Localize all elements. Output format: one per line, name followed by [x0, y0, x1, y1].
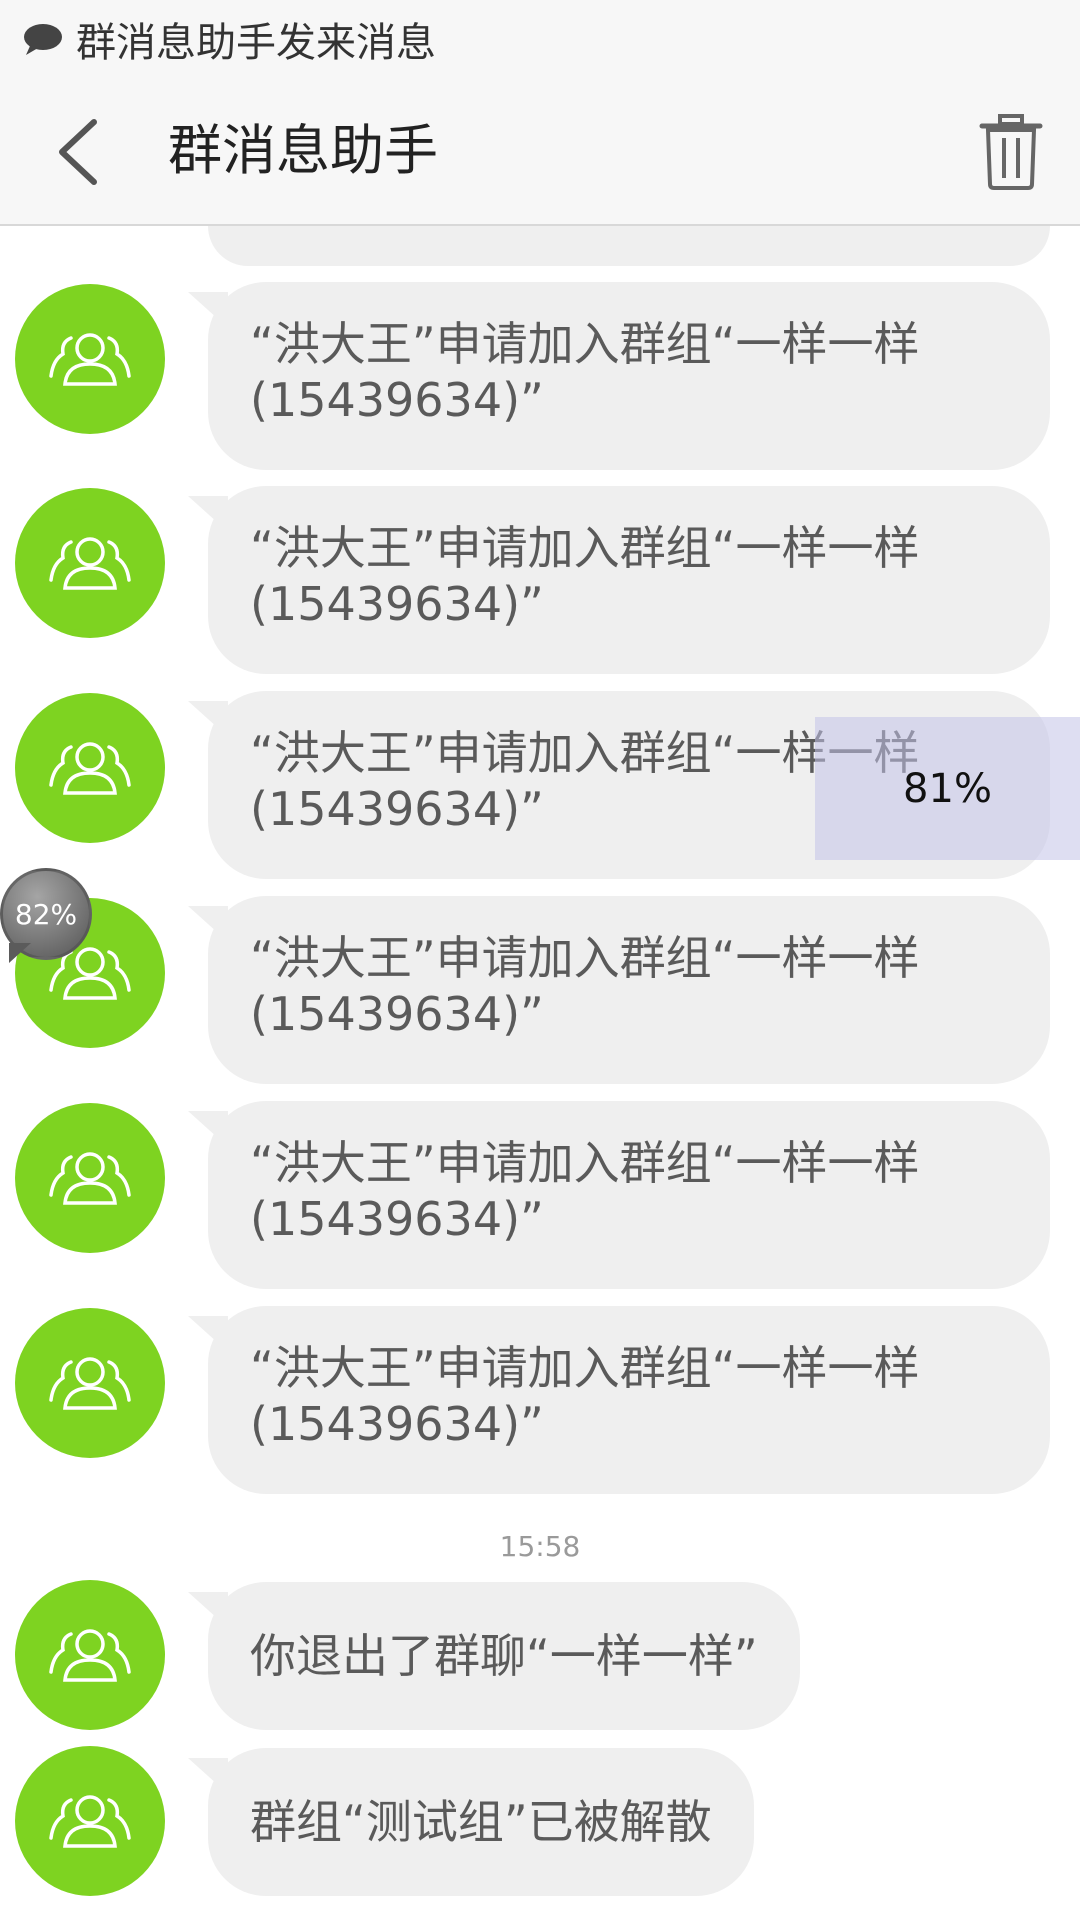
group-people-icon: [49, 1629, 131, 1682]
page-title: 群消息助手: [168, 119, 438, 182]
group-people-icon: [49, 1152, 131, 1205]
message-bubble-partial: [208, 226, 1050, 266]
message-text: “洪大王”申请加入群组“一样一样(15439634)”: [250, 1341, 920, 1451]
status-notification-text: 群消息助手发来消息: [76, 20, 436, 66]
percent-floating-bubble[interactable]: 82%: [0, 868, 92, 960]
app-bar: 群消息助手: [0, 78, 1080, 226]
avatar[interactable]: [15, 1580, 165, 1730]
message-list[interactable]: “洪大王”申请加入群组“一样一样(15439634)” “洪大王”申请加入群组“…: [0, 226, 1080, 1920]
back-arrow-icon: [59, 119, 97, 185]
delete-button[interactable]: [978, 112, 1044, 192]
message-text: “洪大王”申请加入群组“一样一样(15439634)”: [250, 1136, 920, 1246]
chat-bubble-icon: [24, 24, 62, 55]
group-people-icon: [49, 333, 131, 386]
group-people-icon: [49, 537, 131, 590]
timestamp: 15:58: [499, 1530, 581, 1563]
message-bubble[interactable]: “洪大王”申请加入群组“一样一样(15439634)”: [208, 282, 1050, 470]
message-text: “洪大王”申请加入群组“一样一样(15439634)”: [250, 317, 920, 427]
group-people-icon: [49, 1357, 131, 1410]
message-text: “洪大王”申请加入群组“一样一样(15439634)”: [250, 521, 920, 631]
group-people-icon: [49, 1795, 131, 1848]
avatar[interactable]: [15, 1308, 165, 1458]
message-bubble[interactable]: “洪大王”申请加入群组“一样一样(15439634)”: [208, 1101, 1050, 1289]
avatar[interactable]: [15, 488, 165, 638]
message-bubble[interactable]: 你退出了群聊“一样一样”: [208, 1582, 800, 1730]
message-bubble[interactable]: “洪大王”申请加入群组“一样一样(15439634)”: [208, 486, 1050, 674]
message-bubble[interactable]: 群组“测试组”已被解散: [208, 1748, 754, 1896]
avatar[interactable]: [15, 284, 165, 434]
group-people-icon: [49, 742, 131, 795]
percent-overlay-box[interactable]: 81%: [815, 717, 1080, 860]
message-bubble[interactable]: “洪大王”申请加入群组“一样一样(15439634)”: [208, 896, 1050, 1084]
message-text: 群组“测试组”已被解散: [250, 1795, 712, 1849]
trash-icon: [979, 114, 1043, 190]
avatar[interactable]: [15, 1103, 165, 1253]
message-text: “洪大王”申请加入群组“一样一样(15439634)”: [250, 931, 920, 1041]
message-bubble[interactable]: “洪大王”申请加入群组“一样一样(15439634)”: [208, 1306, 1050, 1494]
avatar[interactable]: [15, 1746, 165, 1896]
status-bar: 群消息助手发来消息: [0, 0, 1080, 78]
avatar[interactable]: [15, 693, 165, 843]
message-text: 你退出了群聊“一样一样”: [250, 1629, 758, 1683]
back-button[interactable]: [48, 114, 118, 190]
